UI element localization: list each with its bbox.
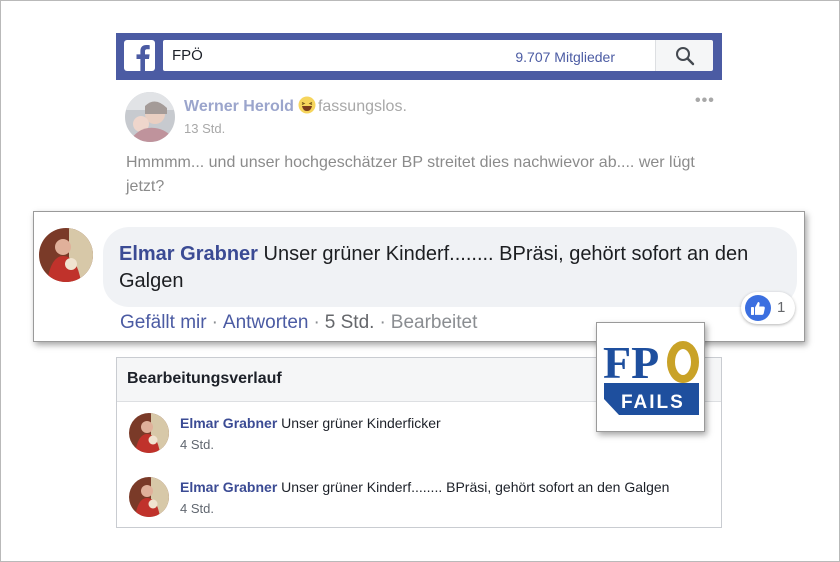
search-button[interactable] [655, 40, 713, 71]
group-post: Werner Herold fassungslos. 13 Std. ••• Hm… [116, 84, 722, 204]
logo-text-fails: FAILS [621, 392, 685, 413]
comment-timestamp[interactable]: 5 Std. [325, 312, 375, 333]
avatar[interactable] [39, 228, 93, 282]
avatar[interactable] [129, 413, 169, 453]
logo-gold-o [667, 341, 699, 383]
history-entry-text: Elmar Grabner Unser grüner Kinderf......… [180, 479, 669, 495]
avatar[interactable] [129, 477, 169, 517]
history-body: Unser grüner Kinderf........ BPräsi, geh… [281, 479, 670, 495]
comment-author-link[interactable]: Elmar Grabner [119, 243, 258, 265]
members-count: 9.707 Mitglieder [515, 49, 615, 65]
post-body: Hmmmm... und unser hochgeschätzer BP str… [126, 154, 695, 195]
post-author-link[interactable]: Werner Herold [184, 98, 294, 115]
avatar[interactable] [125, 92, 175, 142]
fpo-fails-logo: FP FAILS [596, 322, 705, 432]
list-item: Elmar Grabner Unser grüner Kinderf......… [117, 477, 721, 527]
search-query: FPÖ [172, 47, 203, 64]
reaction-count: 1 [777, 299, 786, 316]
separator: · [211, 312, 218, 333]
search-input[interactable]: FPÖ 9.707 Mitglieder [163, 40, 655, 71]
separator: · [313, 312, 320, 333]
edit-history-title: Bearbeitungsverlauf [127, 370, 282, 387]
separator: · [379, 312, 386, 333]
comment-bubble: Elmar Grabner Unser grüner Kinderf......… [103, 227, 797, 307]
like-link[interactable]: Gefällt mir [120, 312, 207, 333]
history-timestamp: 4 Std. [180, 501, 214, 516]
post-header: Werner Herold fassungslos. [184, 96, 407, 116]
history-author-link[interactable]: Elmar Grabner [180, 479, 277, 495]
reply-link[interactable]: Antworten [223, 312, 309, 333]
history-entry-text: Elmar Grabner Unser grüner Kinderficker [180, 415, 441, 431]
post-timestamp[interactable]: 13 Std. [184, 121, 225, 136]
history-timestamp: 4 Std. [180, 437, 214, 452]
reaction-summary[interactable]: 1 [741, 292, 795, 324]
comment-text: Elmar Grabner Unser grüner Kinderf......… [119, 241, 783, 295]
post-feeling: fassungslos. [317, 98, 407, 115]
like-thumb-icon [745, 295, 771, 321]
magnifier-icon [676, 47, 695, 66]
facebook-top-bar: FPÖ 9.707 Mitglieder [116, 33, 722, 80]
logo-text-fpo: FP [603, 337, 659, 388]
comment-actions: Gefällt mir · Antworten · 5 Std. · Bearbeitet [120, 312, 477, 334]
laughing-emoji-icon [298, 96, 316, 114]
facebook-f-icon[interactable] [124, 40, 155, 71]
more-options-button[interactable]: ••• [695, 92, 715, 110]
history-body: Unser grüner Kinderficker [281, 415, 441, 431]
edited-link[interactable]: Bearbeitet [391, 312, 478, 333]
history-author-link[interactable]: Elmar Grabner [180, 415, 277, 431]
